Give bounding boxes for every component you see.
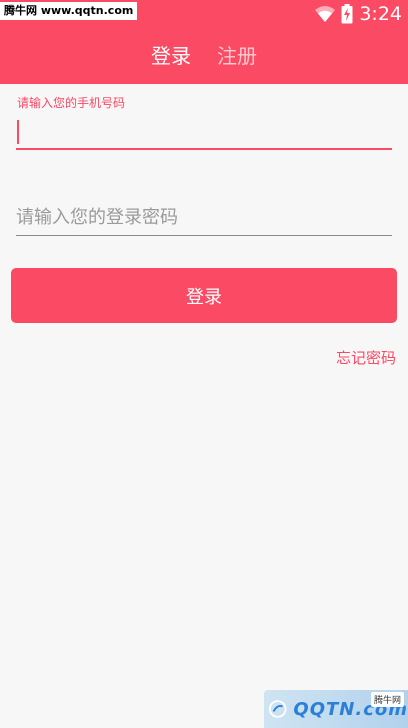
text-caret [17,120,19,144]
battery-charging-icon [341,4,353,24]
login-button[interactable]: 登录 [11,268,397,323]
app-header: 腾牛网 www.qqtn.com 3:24 登录 注册 [0,0,408,84]
tab-login[interactable]: 登录 [151,42,191,70]
password-input[interactable] [16,200,392,236]
wifi-icon [315,6,336,22]
bottom-watermark: QQTN.com 腾牛网 [264,690,408,728]
site-watermark: 腾牛网 www.qqtn.com [0,2,138,20]
forgot-password-link[interactable]: 忘记密码 [336,347,396,368]
qqtn-logo-icon [268,700,287,718]
status-bar: 腾牛网 www.qqtn.com 3:24 [0,0,408,28]
status-clock: 3:24 [359,3,402,25]
auth-tabs: 登录 注册 [0,40,408,72]
status-indicators: 3:24 [315,2,402,26]
phone-field-label: 请输入您的手机号码 [17,96,126,110]
tab-register[interactable]: 注册 [217,42,257,70]
phone-input[interactable] [16,114,392,150]
watermark-badge: 腾牛网 [370,692,404,707]
